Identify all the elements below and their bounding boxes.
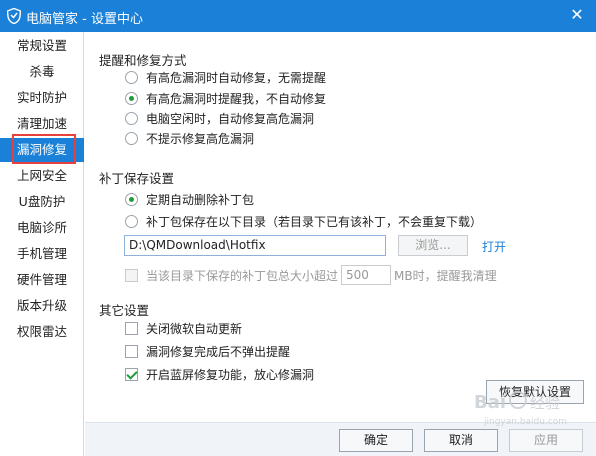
other-settings-heading: 其它设置 bbox=[99, 303, 150, 318]
sidebar-item-web-security[interactable]: 上网安全 bbox=[0, 164, 84, 188]
radio-idle-repair[interactable]: 电脑空闲时，自动修复高危漏洞 bbox=[125, 109, 314, 127]
radio-button[interactable] bbox=[125, 131, 138, 145]
patch-storage-heading: 补丁保存设置 bbox=[99, 171, 175, 186]
checkbox[interactable] bbox=[125, 344, 138, 358]
size-limit-option[interactable]: 当该目录下保存的补丁包总大小超过 bbox=[125, 266, 338, 284]
size-limit-checkbox[interactable] bbox=[125, 268, 138, 282]
sidebar-item-general[interactable]: 常规设置 bbox=[0, 34, 84, 58]
sidebar-item-pc-clinic[interactable]: 电脑诊所 bbox=[0, 216, 84, 240]
sidebar-item-permission-radar[interactable]: 权限雷达 bbox=[0, 320, 84, 344]
dialog-footer: 确定 取消 应用 bbox=[85, 422, 596, 456]
radio-button-checked[interactable] bbox=[125, 192, 138, 206]
sidebar-item-hardware-manager[interactable]: 硬件管理 bbox=[0, 268, 84, 292]
radio-button[interactable] bbox=[125, 111, 138, 125]
checkbox-bluescreen-repair[interactable]: 开启蓝屏修复功能，放心修漏洞 bbox=[125, 365, 314, 383]
cancel-button[interactable]: 取消 bbox=[424, 429, 498, 452]
repair-mode-heading: 提醒和修复方式 bbox=[99, 53, 187, 68]
radio-button-checked[interactable] bbox=[125, 91, 138, 105]
sidebar-item-phone-manager[interactable]: 手机管理 bbox=[0, 242, 84, 266]
sidebar-item-realtime-protection[interactable]: 实时防护 bbox=[0, 86, 84, 110]
sidebar-item-vulnerability-repair[interactable]: 漏洞修复 bbox=[0, 138, 84, 162]
radio-button[interactable] bbox=[125, 214, 138, 228]
radio-save-patches-dir[interactable]: 补丁包保存在以下目录（若目录下已有该补丁，不会重复下载） bbox=[125, 212, 482, 230]
sidebar-item-cleanup[interactable]: 清理加速 bbox=[0, 112, 84, 136]
sidebar-item-usb-protection[interactable]: U盘防护 bbox=[0, 190, 84, 214]
open-folder-link[interactable]: 打开 bbox=[482, 238, 506, 255]
patch-path-field[interactable]: D:\QMDownload\Hotfix bbox=[124, 235, 386, 256]
radio-button[interactable] bbox=[125, 70, 138, 84]
window-title: 电脑管家 - 设置中心 bbox=[26, 12, 143, 27]
checkbox[interactable] bbox=[125, 321, 138, 335]
settings-sidebar: 常规设置 杀毒 实时防护 清理加速 漏洞修复 上网安全 U盘防护 电脑诊所 手机… bbox=[0, 32, 84, 456]
browse-button[interactable]: 浏览... bbox=[398, 235, 468, 256]
settings-content: 提醒和修复方式 有高危漏洞时自动修复，无需提醒 有高危漏洞时提醒我，不自动修复 … bbox=[85, 32, 596, 422]
size-limit-suffix: MB时，提醒我清理 bbox=[394, 269, 497, 283]
sidebar-item-antivirus[interactable]: 杀毒 bbox=[0, 60, 84, 84]
sidebar-item-version-upgrade[interactable]: 版本升级 bbox=[0, 294, 84, 318]
checkbox-checked[interactable] bbox=[125, 367, 138, 381]
apply-button[interactable]: 应用 bbox=[509, 429, 583, 452]
radio-no-prompt[interactable]: 不提示修复高危漏洞 bbox=[125, 129, 254, 147]
shield-logo-icon bbox=[7, 8, 21, 24]
checkbox-no-completion-popup[interactable]: 漏洞修复完成后不弹出提醒 bbox=[125, 342, 290, 360]
radio-remind-no-repair[interactable]: 有高危漏洞时提醒我，不自动修复 bbox=[125, 89, 326, 107]
size-limit-field[interactable]: 500 bbox=[341, 265, 391, 285]
title-bar: 电脑管家 - 设置中心 ✕ bbox=[0, 0, 596, 32]
radio-auto-delete-patches[interactable]: 定期自动删除补丁包 bbox=[125, 190, 254, 208]
restore-defaults-button[interactable]: 恢复默认设置 bbox=[486, 380, 584, 404]
checkbox-disable-windows-update[interactable]: 关闭微软自动更新 bbox=[125, 319, 242, 337]
radio-auto-repair[interactable]: 有高危漏洞时自动修复，无需提醒 bbox=[125, 68, 326, 86]
ok-button[interactable]: 确定 bbox=[339, 429, 413, 452]
close-icon[interactable]: ✕ bbox=[568, 6, 586, 24]
